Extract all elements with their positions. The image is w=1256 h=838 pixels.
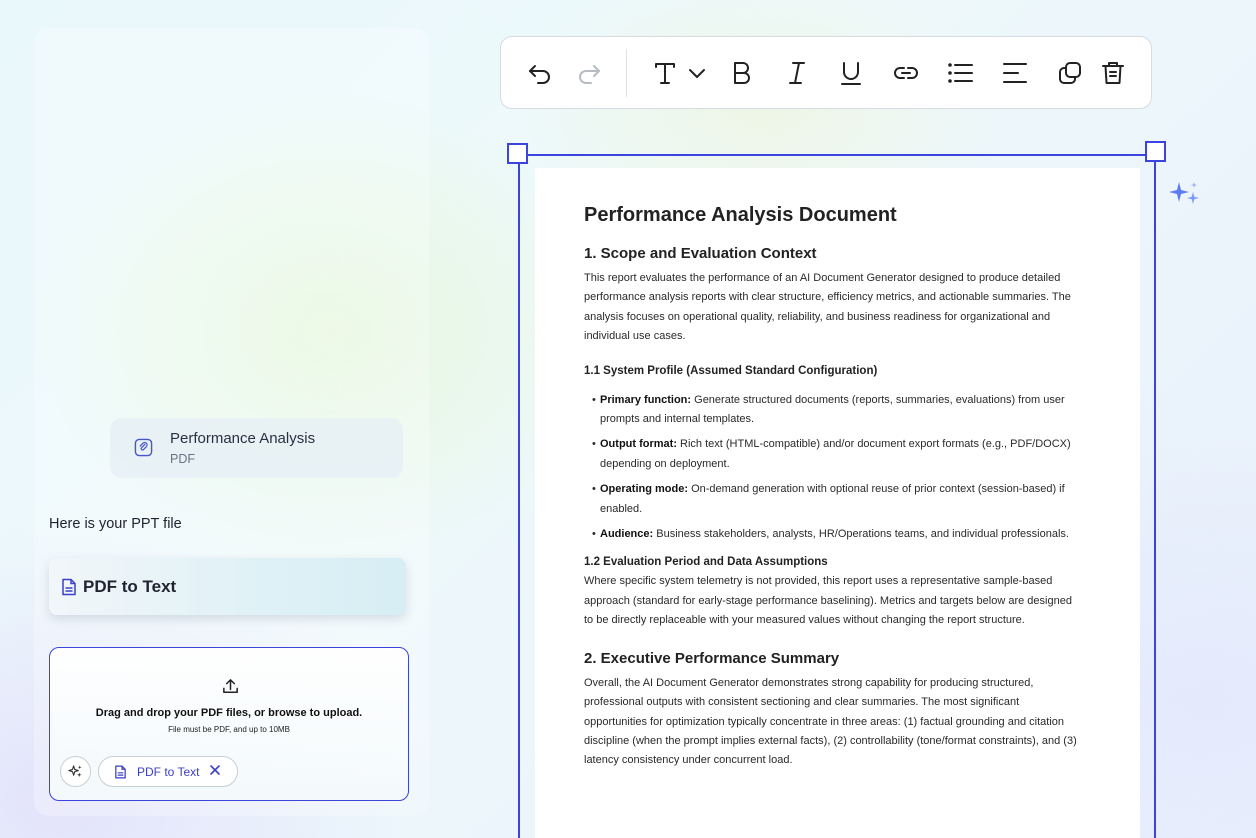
section-body: Overall, the AI Document Generator demon…	[584, 676, 1077, 767]
section-heading: 1. Scope and Evaluation Context	[584, 245, 817, 262]
text-style-dropdown[interactable]	[683, 59, 711, 87]
list-item-term: Primary function:	[600, 393, 692, 406]
undo-icon	[529, 65, 550, 84]
italic-button[interactable]	[783, 59, 811, 87]
italic-icon	[789, 62, 805, 84]
upload-icon	[223, 679, 238, 693]
attachment-file-icon	[134, 438, 153, 457]
bullet-list-button[interactable]	[946, 59, 974, 87]
toolbar-divider	[626, 49, 627, 97]
text-style-button[interactable]	[651, 59, 679, 87]
delete-icon	[1102, 62, 1124, 84]
delete-button[interactable]	[1099, 59, 1127, 87]
list-item: Output format: Rich text (HTML-compatibl…	[584, 435, 1084, 474]
subsection-heading: 1.1 System Profile (Assumed Standard Con…	[584, 364, 878, 377]
align-button[interactable]	[1001, 59, 1029, 87]
attachment-name: Performance Analysis	[170, 430, 316, 447]
list-item-term: Output format:	[600, 438, 677, 451]
document-icon	[62, 578, 76, 596]
bullet-list-icon	[948, 63, 973, 83]
selected-tool-chip[interactable]: PDF to Text	[98, 756, 238, 787]
document-icon	[115, 765, 126, 779]
undo-button[interactable]	[526, 59, 554, 87]
section-heading: 2. Executive Performance Summary	[584, 649, 840, 667]
redo-icon	[579, 65, 600, 84]
attachment-type: PDF	[170, 452, 195, 466]
underline-icon	[841, 62, 861, 85]
upload-title: Drag and drop your PDF files, or browse …	[95, 707, 363, 719]
copy-icon	[1059, 62, 1081, 84]
upload-subtitle: File must be PDF, and up to 10MB	[168, 725, 290, 734]
bold-icon	[734, 62, 750, 84]
attachment-chip[interactable]: Performance Analysis PDF	[110, 418, 403, 478]
close-icon[interactable]	[209, 764, 221, 776]
document-page[interactable]: Performance Analysis Document 1. Scope a…	[535, 168, 1140, 838]
assistant-reply: Here is your PPT file	[49, 516, 182, 532]
profile-list: Primary function: Generate structured do…	[584, 391, 1084, 545]
link-button[interactable]	[892, 59, 920, 87]
duplicate-button[interactable]	[1056, 59, 1084, 87]
resize-handle-top-right[interactable]	[1145, 141, 1166, 162]
bold-button[interactable]	[728, 59, 756, 87]
upload-dropzone[interactable]: Drag and drop your PDF files, or browse …	[49, 647, 409, 801]
section-body: This report evaluates the performance of…	[584, 272, 1071, 343]
redo-button[interactable]	[575, 59, 603, 87]
resize-handle-top-left[interactable]	[507, 143, 528, 164]
sparkle-icon	[68, 765, 82, 778]
subsection-heading: 1.2 Evaluation Period and Data Assumptio…	[584, 556, 828, 569]
selected-tool-label: PDF to Text	[137, 765, 200, 779]
text-style-icon	[655, 63, 675, 84]
list-item: Primary function: Generate structured do…	[584, 391, 1084, 430]
list-item: Operating mode: On-demand generation wit…	[584, 480, 1084, 519]
document-title: Performance Analysis Document	[584, 204, 897, 226]
list-item-text: Business stakeholders, analysts, HR/Oper…	[653, 528, 1069, 541]
align-left-icon	[1003, 63, 1027, 83]
link-icon	[894, 67, 918, 79]
ai-assist-button[interactable]	[60, 756, 91, 787]
editor-toolbar	[500, 36, 1152, 109]
list-item: Audience: Business stakeholders, analyst…	[584, 525, 1084, 545]
section-body: Where specific system telemetry is not p…	[584, 575, 1072, 627]
list-item-term: Audience:	[600, 528, 654, 541]
document-content: Performance Analysis Document 1. Scope a…	[584, 202, 1084, 771]
list-item-term: Operating mode:	[600, 483, 689, 496]
chevron-down-icon	[689, 69, 705, 78]
result-file-label: PDF to Text	[83, 577, 177, 596]
result-file-card[interactable]: PDF to Text	[49, 558, 406, 615]
sparkle-icon	[1169, 182, 1199, 204]
underline-button[interactable]	[837, 59, 865, 87]
